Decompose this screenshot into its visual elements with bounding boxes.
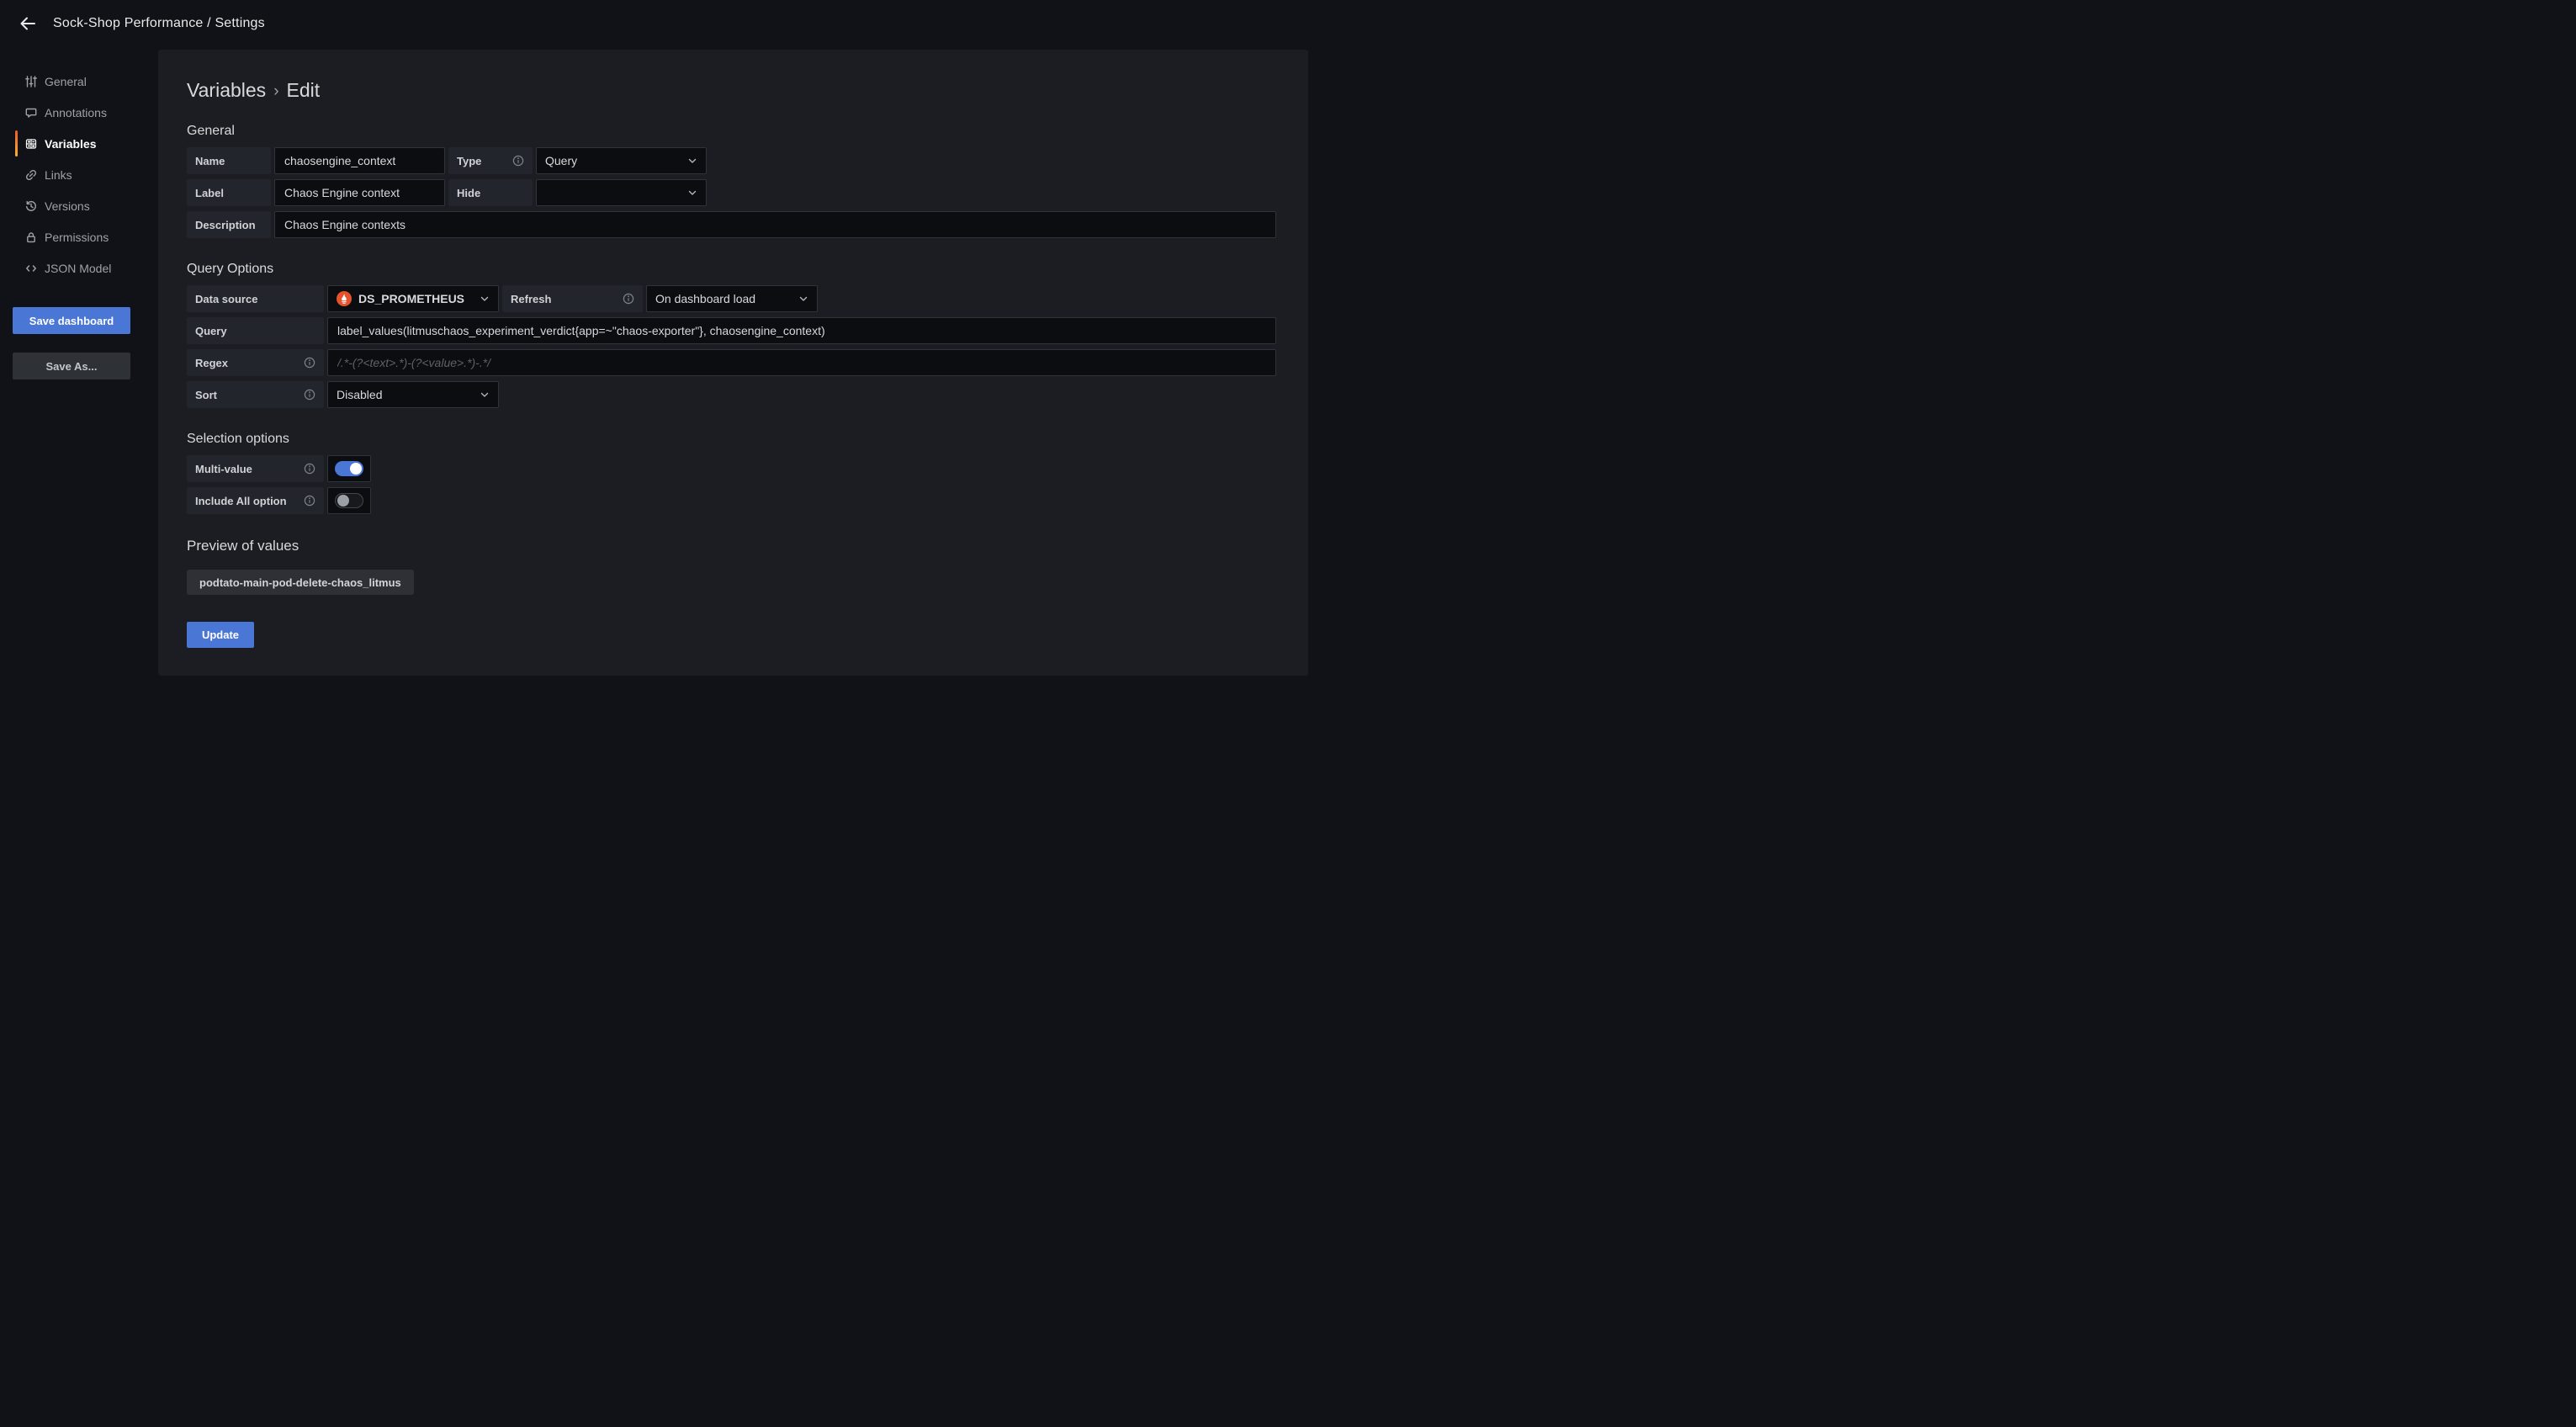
include-all-field-label: Include All option xyxy=(187,487,324,514)
save-as-button[interactable]: Save As... xyxy=(13,353,130,379)
chevron-down-icon xyxy=(798,294,808,304)
chevron-down-icon xyxy=(480,294,490,304)
link-icon xyxy=(24,167,38,182)
sidebar-item-json-model[interactable]: JSON Model xyxy=(0,252,158,284)
sidebar-item-label: Variables xyxy=(45,137,97,151)
sidebar-item-versions[interactable]: Versions xyxy=(0,190,158,221)
regex-input[interactable] xyxy=(327,349,1276,376)
breadcrumb: Variables › Edit xyxy=(187,79,1276,102)
update-button[interactable]: Update xyxy=(187,622,254,648)
grafana-settings-page: Sock-Shop Performance / Settings General… xyxy=(0,0,1319,730)
info-icon[interactable] xyxy=(304,357,315,369)
type-field-label: Type xyxy=(448,147,533,174)
description-row: Description xyxy=(187,211,1276,238)
regex-field-label: Regex xyxy=(187,349,324,376)
description-input[interactable] xyxy=(274,211,1276,238)
lock-icon xyxy=(24,230,38,244)
back-button[interactable] xyxy=(13,9,42,38)
preview-value-chip: podtato-main-pod-delete-chaos_litmus xyxy=(187,570,414,595)
description-field-label: Description xyxy=(187,211,271,238)
type-select[interactable]: Query xyxy=(536,147,707,174)
multi-value-toggle[interactable] xyxy=(327,455,371,482)
preview-heading: Preview of values xyxy=(187,538,1276,554)
top-navbar: Sock-Shop Performance / Settings xyxy=(0,0,1319,47)
info-icon[interactable] xyxy=(304,389,315,401)
page-title: Sock-Shop Performance / Settings xyxy=(53,16,265,31)
label-hide-row: Label Hide xyxy=(187,179,1276,206)
sort-select[interactable]: Disabled xyxy=(327,381,499,408)
hide-field-label: Hide xyxy=(448,179,533,206)
breadcrumb-page: Edit xyxy=(287,79,321,102)
settings-sidebar: General Annotations Variables Links xyxy=(0,47,158,379)
info-icon[interactable] xyxy=(304,463,315,475)
sidebar-item-annotations[interactable]: Annotations xyxy=(0,97,158,128)
sidebar-actions: Save dashboard Save As... xyxy=(13,307,130,379)
calculator-icon xyxy=(24,136,38,151)
sidebar-item-label: Versions xyxy=(45,199,90,213)
name-field-label: Name xyxy=(187,147,271,174)
query-options-heading: Query Options xyxy=(187,262,1276,277)
datasource-refresh-row: Data source DS_PROMETHEUS Refresh xyxy=(187,285,1276,312)
general-section-heading: General xyxy=(187,124,1276,139)
chevron-down-icon xyxy=(687,188,697,198)
sidebar-item-links[interactable]: Links xyxy=(0,159,158,190)
comment-icon xyxy=(24,105,38,119)
hide-select[interactable] xyxy=(536,179,707,206)
sidebar-item-label: Annotations xyxy=(45,106,107,119)
info-icon[interactable] xyxy=(512,155,524,167)
datasource-select[interactable]: DS_PROMETHEUS xyxy=(327,285,499,312)
breadcrumb-section-link[interactable]: Variables xyxy=(187,79,266,102)
include-all-toggle[interactable] xyxy=(327,487,371,514)
sidebar-item-label: General xyxy=(45,75,87,88)
query-input[interactable] xyxy=(327,317,1276,344)
selection-options-heading: Selection options xyxy=(187,432,1276,447)
code-icon xyxy=(24,261,38,275)
query-row: Query xyxy=(187,317,1276,344)
breadcrumb-separator: › xyxy=(273,81,278,101)
info-icon[interactable] xyxy=(304,495,315,507)
chevron-down-icon xyxy=(480,390,490,400)
refresh-field-label: Refresh xyxy=(502,285,643,312)
preview-values: podtato-main-pod-delete-chaos_litmus xyxy=(187,563,1276,595)
regex-row: Regex xyxy=(187,349,1276,376)
sidebar-item-variables[interactable]: Variables xyxy=(0,128,158,159)
name-input[interactable] xyxy=(274,147,445,174)
info-icon[interactable] xyxy=(623,293,634,305)
variables-edit-panel: Variables › Edit General Name Type Q xyxy=(158,50,1308,676)
datasource-field-label: Data source xyxy=(187,285,324,312)
sidebar-item-general[interactable]: General xyxy=(0,66,158,97)
sidebar-item-label: Links xyxy=(45,168,72,182)
sliders-icon xyxy=(24,74,38,88)
query-field-label: Query xyxy=(187,317,324,344)
save-dashboard-button[interactable]: Save dashboard xyxy=(13,307,130,334)
chevron-down-icon xyxy=(687,156,697,166)
sort-field-label: Sort xyxy=(187,381,324,408)
refresh-select[interactable]: On dashboard load xyxy=(646,285,818,312)
prometheus-icon xyxy=(337,291,352,306)
sort-row: Sort Disabled xyxy=(187,381,1276,408)
arrow-left-icon xyxy=(19,14,37,33)
include-all-row: Include All option xyxy=(187,487,1276,514)
sidebar-item-label: Permissions xyxy=(45,231,109,244)
history-icon xyxy=(24,199,38,213)
sidebar-item-label: JSON Model xyxy=(45,262,111,275)
label-field-label: Label xyxy=(187,179,271,206)
sidebar-item-permissions[interactable]: Permissions xyxy=(0,221,158,252)
multi-value-field-label: Multi-value xyxy=(187,455,324,482)
label-input[interactable] xyxy=(274,179,445,206)
name-type-row: Name Type Query xyxy=(187,147,1276,174)
multi-value-row: Multi-value xyxy=(187,455,1276,482)
